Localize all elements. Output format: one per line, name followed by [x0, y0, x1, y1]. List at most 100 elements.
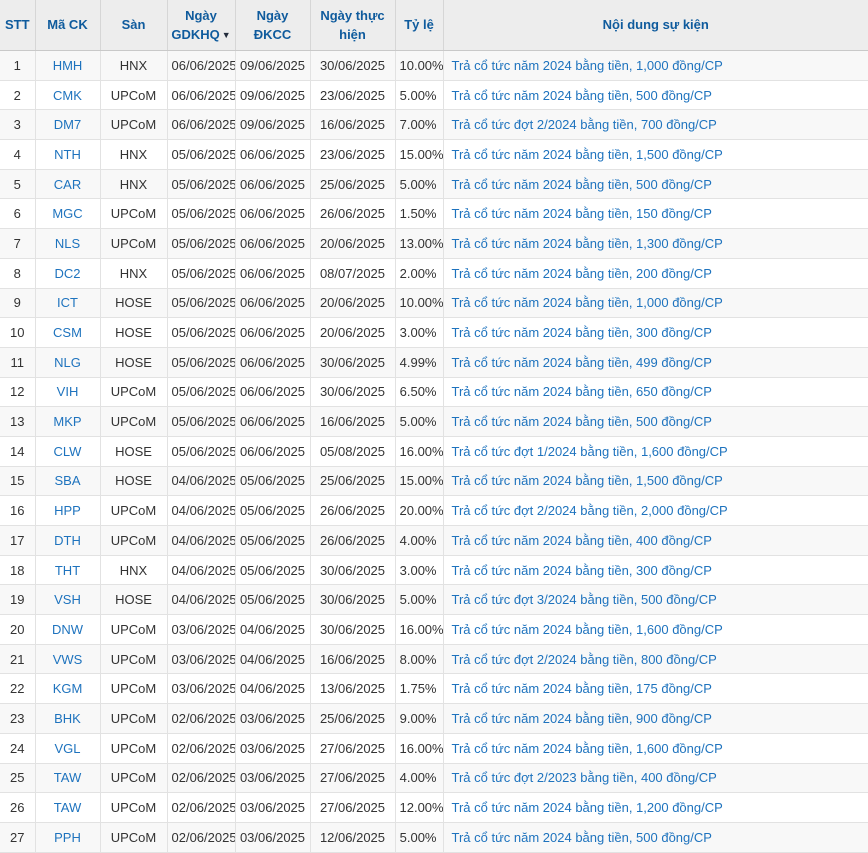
event-link[interactable]: Trả cổ tức năm 2024 bằng tiền, 1,600 đồn… [452, 741, 723, 756]
event-link[interactable]: Trả cổ tức năm 2024 bằng tiền, 1,600 đồn… [452, 622, 723, 637]
event-link[interactable]: Trả cổ tức năm 2024 bằng tiền, 900 đồng/… [452, 711, 712, 726]
ticker-link[interactable]: ICT [57, 295, 78, 310]
event-link[interactable]: Trả cổ tức năm 2024 bằng tiền, 1,300 đồn… [452, 236, 723, 251]
event-link[interactable]: Trả cổ tức năm 2024 bằng tiền, 1,500 đồn… [452, 473, 723, 488]
event-link[interactable]: Trả cổ tức năm 2024 bằng tiền, 200 đồng/… [452, 266, 712, 281]
stt-cell: 27 [0, 822, 36, 853]
column-header-stt[interactable]: STT [0, 0, 36, 51]
ticker-link[interactable]: BHK [54, 711, 81, 726]
event-link[interactable]: Trả cổ tức năm 2024 bằng tiền, 500 đồng/… [452, 414, 712, 429]
ex-date-cell: 02/06/2025 [167, 822, 236, 853]
event-link[interactable]: Trả cổ tức đợt 3/2024 bằng tiền, 500 đồn… [452, 592, 717, 607]
ticker-link[interactable]: SBA [54, 473, 80, 488]
table-row: 13 MKP UPCoM 05/06/2025 06/06/2025 16/06/2025… [0, 406, 868, 437]
ticker-link-cell: HMH [35, 50, 101, 81]
event-link[interactable]: Trả cổ tức năm 2024 bằng tiền, 500 đồng/… [452, 88, 712, 103]
ratio-cell: 16.00% [395, 436, 444, 467]
ticker-link[interactable]: VGL [54, 741, 80, 756]
event-link[interactable]: Trả cổ tức năm 2024 bằng tiền, 499 đồng/… [452, 355, 712, 370]
ratio-cell: 5.00% [395, 822, 444, 853]
event-link[interactable]: Trả cổ tức năm 2024 bằng tiền, 500 đồng/… [452, 177, 712, 192]
ticker-link[interactable]: DTH [54, 533, 81, 548]
column-header-ty_le[interactable]: Tỷ lệ [395, 0, 444, 51]
column-header-noi_dung[interactable]: Nội dung sự kiện [443, 0, 868, 51]
ticker-link[interactable]: HMH [53, 58, 83, 73]
record-date-cell: 05/06/2025 [235, 584, 311, 616]
event-link[interactable]: Trả cổ tức năm 2024 bằng tiền, 1,200 đồn… [452, 800, 723, 815]
record-date-cell: 04/06/2025 [235, 673, 311, 705]
ticker-link[interactable]: THT [55, 563, 80, 578]
stt-cell: 25 [0, 763, 36, 794]
table-row: 5 CAR HNX 05/06/2025 06/06/2025 25/06/2025 5.0… [0, 169, 868, 200]
event-link[interactable]: Trả cổ tức năm 2024 bằng tiền, 400 đồng/… [452, 533, 712, 548]
ticker-link[interactable]: CMK [53, 88, 82, 103]
column-header-ngay_gdkhq[interactable]: Ngày GDKHQ ▼ [167, 0, 236, 51]
ticker-link[interactable]: NLS [55, 236, 80, 251]
column-header-san[interactable]: Sàn [100, 0, 168, 51]
event-link[interactable]: Trả cổ tức năm 2024 bằng tiền, 650 đồng/… [452, 384, 712, 399]
record-date-cell: 03/06/2025 [235, 792, 311, 823]
ticker-link[interactable]: CSM [53, 325, 82, 340]
ticker-link[interactable]: VIH [57, 384, 79, 399]
event-link[interactable]: Trả cổ tức năm 2024 bằng tiền, 150 đồng/… [452, 206, 712, 221]
column-header-ngay_dkcc[interactable]: Ngày ĐKCC [235, 0, 311, 51]
ticker-link[interactable]: CLW [54, 444, 82, 459]
exchange-cell: UPCoM [100, 614, 168, 645]
exchange-cell: HOSE [100, 466, 168, 497]
ticker-link[interactable]: MGC [52, 206, 82, 221]
event-link[interactable]: Trả cổ tức đợt 2/2024 bằng tiền, 700 đồn… [452, 117, 717, 132]
column-header-label: STT [4, 17, 30, 33]
ratio-cell: 4.00% [395, 525, 444, 556]
event-link[interactable]: Trả cổ tức năm 2024 bằng tiền, 300 đồng/… [452, 563, 712, 578]
ex-date-cell: 02/06/2025 [167, 733, 236, 764]
execution-date-cell: 27/06/2025 [310, 733, 396, 764]
record-date-cell: 06/06/2025 [235, 317, 311, 348]
ticker-link[interactable]: TAW [54, 770, 81, 785]
stt-cell: 3 [0, 109, 36, 141]
ticker-link[interactable]: DC2 [54, 266, 80, 281]
ticker-link[interactable]: HPP [54, 503, 81, 518]
record-date-cell: 03/06/2025 [235, 822, 311, 853]
event-link[interactable]: Trả cổ tức đợt 2/2024 bằng tiền, 2,000 đ… [452, 503, 728, 518]
table-row: 4 NTH HNX 05/06/2025 06/06/2025 23/06/2025 15.… [0, 139, 868, 170]
ex-date-cell: 05/06/2025 [167, 228, 236, 259]
exchange-cell: UPCoM [100, 495, 168, 526]
event-link[interactable]: Trả cổ tức năm 2024 bằng tiền, 1,000 đồn… [452, 58, 723, 73]
event-link-cell: Trả cổ tức năm 2024 bằng tiền, 300 đồng/… [443, 317, 868, 348]
table-row: 27 PPH UPCoM 02/06/2025 03/06/2025 12/06/2025… [0, 822, 868, 853]
ticker-link[interactable]: MKP [53, 414, 81, 429]
column-header-ma_ck[interactable]: Mã CK [35, 0, 101, 51]
event-link[interactable]: Trả cổ tức năm 2024 bằng tiền, 300 đồng/… [452, 325, 712, 340]
table-row: 26 TAW UPCoM 02/06/2025 03/06/2025 27/06/2025… [0, 792, 868, 823]
event-link[interactable]: Trả cổ tức năm 2024 bằng tiền, 500 đồng/… [452, 830, 712, 845]
ratio-cell: 15.00% [395, 466, 444, 497]
ex-date-cell: 05/06/2025 [167, 288, 236, 319]
ticker-link[interactable]: VSH [54, 592, 81, 607]
event-link[interactable]: Trả cổ tức năm 2024 bằng tiền, 1,500 đồn… [452, 147, 723, 162]
event-link[interactable]: Trả cổ tức đợt 2/2023 bằng tiền, 400 đồn… [452, 770, 717, 785]
exchange-cell: UPCoM [100, 80, 168, 111]
ticker-link[interactable]: NTH [54, 147, 81, 162]
ticker-link[interactable]: CAR [54, 177, 81, 192]
event-link-cell: Trả cổ tức năm 2024 bằng tiền, 1,600 đồn… [443, 733, 868, 764]
ticker-link[interactable]: KGM [53, 681, 83, 696]
exchange-cell: UPCoM [100, 198, 168, 230]
ticker-link-cell: HPP [35, 495, 101, 526]
ticker-link[interactable]: TAW [54, 800, 81, 815]
ticker-link[interactable]: PPH [54, 830, 81, 845]
event-link[interactable]: Trả cổ tức đợt 1/2024 bằng tiền, 1,600 đ… [452, 444, 728, 459]
record-date-cell: 06/06/2025 [235, 406, 311, 437]
exchange-cell: HOSE [100, 317, 168, 348]
ticker-link[interactable]: DM7 [54, 117, 81, 132]
column-header-ngay_thuc_hien[interactable]: Ngày thực hiện [310, 0, 396, 51]
record-date-cell: 05/06/2025 [235, 555, 311, 586]
event-link[interactable]: Trả cổ tức năm 2024 bằng tiền, 175 đồng/… [452, 681, 712, 696]
event-link[interactable]: Trả cổ tức đợt 2/2024 bằng tiền, 800 đồn… [452, 652, 717, 667]
record-date-cell: 09/06/2025 [235, 80, 311, 111]
ticker-link[interactable]: VWS [53, 652, 83, 667]
ratio-cell: 10.00% [395, 288, 444, 319]
ticker-link[interactable]: DNW [52, 622, 83, 637]
exchange-cell: HOSE [100, 436, 168, 467]
ticker-link[interactable]: NLG [54, 355, 81, 370]
event-link[interactable]: Trả cổ tức năm 2024 bằng tiền, 1,000 đồn… [452, 295, 723, 310]
